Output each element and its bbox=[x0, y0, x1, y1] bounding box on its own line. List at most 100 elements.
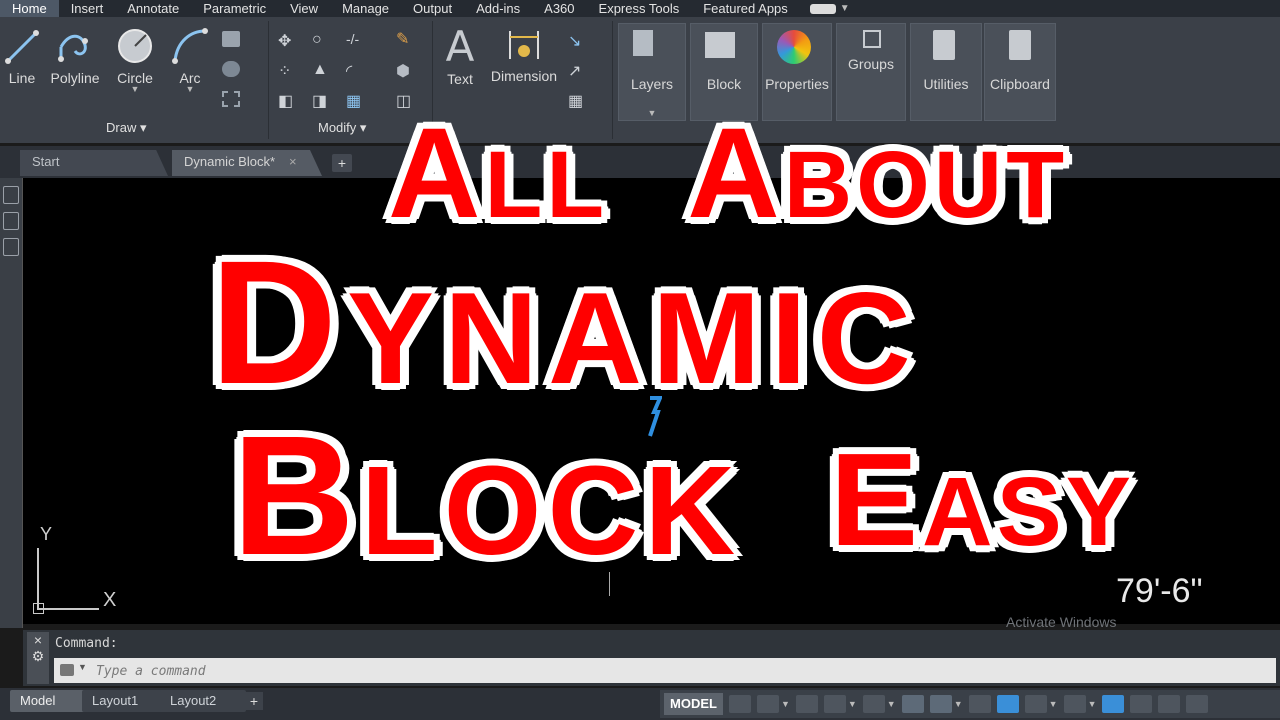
arc-button[interactable]: Arc ▼ bbox=[168, 27, 212, 94]
copy-icon[interactable]: ⁘ bbox=[278, 61, 296, 80]
polyline-label: Polyline bbox=[50, 70, 100, 86]
properties-icon bbox=[777, 30, 811, 64]
text-label: Text bbox=[447, 71, 473, 87]
ucs-x-label: X bbox=[103, 589, 117, 611]
mirror-icon[interactable]: ▲ bbox=[312, 61, 330, 78]
units-icon[interactable] bbox=[1063, 695, 1086, 713]
stretch-icon[interactable]: ◧ bbox=[278, 91, 296, 110]
overlay-line-dynamic: DYNAMIC bbox=[208, 224, 921, 423]
region-icon[interactable] bbox=[222, 91, 240, 107]
leader-icon[interactable]: ↘ bbox=[568, 31, 586, 50]
close-icon[interactable]: × bbox=[289, 154, 297, 169]
layout-tab-layout2[interactable]: Layout2 bbox=[160, 690, 246, 712]
snap-icon[interactable] bbox=[756, 695, 779, 713]
annotation-scale-icon[interactable] bbox=[996, 695, 1019, 713]
status-bar: MODEL ▼ ▼ ▼ ▼ ▼ ▼ bbox=[660, 690, 1280, 718]
close-icon[interactable]: × bbox=[27, 632, 49, 648]
workspace-gear-icon[interactable] bbox=[1024, 695, 1047, 713]
calculator-icon bbox=[933, 30, 955, 60]
tab-featured-apps[interactable]: Featured Apps bbox=[691, 0, 800, 17]
isodraft-dropdown-icon[interactable]: ▼ bbox=[887, 699, 896, 709]
text-button[interactable]: A Text bbox=[440, 22, 480, 88]
palette-properties-icon[interactable] bbox=[3, 212, 19, 230]
arc-icon bbox=[172, 28, 208, 64]
groups-icon bbox=[863, 30, 881, 48]
wrench-icon[interactable]: ⚙ bbox=[27, 648, 49, 665]
isolate-objects-icon[interactable] bbox=[1102, 695, 1125, 713]
ortho-icon[interactable] bbox=[795, 695, 818, 713]
customization-menu-icon[interactable] bbox=[1186, 695, 1209, 713]
left-tool-palette bbox=[0, 178, 23, 628]
file-tab-dynamic-block[interactable]: Dynamic Block* × bbox=[172, 150, 322, 176]
hardware-acceleration-icon[interactable] bbox=[1130, 695, 1153, 713]
layout-tab-layout1[interactable]: Layout1 bbox=[82, 690, 168, 712]
array-icon[interactable]: ▦ bbox=[346, 91, 364, 110]
ucs-origin bbox=[33, 603, 44, 614]
trim-icon[interactable]: -/- bbox=[346, 31, 364, 47]
add-layout-button[interactable]: + bbox=[245, 692, 263, 710]
block-label: Block bbox=[706, 76, 742, 92]
dimension-button[interactable]: Dimension bbox=[488, 27, 560, 84]
command-input[interactable] bbox=[94, 661, 698, 681]
osnap-dropdown-icon[interactable]: ▼ bbox=[954, 699, 963, 709]
multileader-icon[interactable]: ↗ bbox=[568, 61, 586, 80]
hatch-icon[interactable] bbox=[222, 61, 240, 77]
palette-blocks-icon[interactable] bbox=[3, 238, 19, 256]
command-input-bar: ▼ bbox=[54, 658, 1276, 683]
tab-manage[interactable]: Manage bbox=[330, 0, 401, 17]
palette-layers-icon[interactable] bbox=[3, 186, 19, 204]
polar-icon[interactable] bbox=[823, 695, 846, 713]
snap-dropdown-icon[interactable]: ▼ bbox=[781, 699, 790, 709]
scale-icon[interactable]: ◨ bbox=[312, 91, 330, 110]
tab-output[interactable]: Output bbox=[401, 0, 464, 17]
polyline-button[interactable]: Polyline bbox=[48, 29, 102, 86]
arc-dropdown-icon[interactable]: ▼ bbox=[168, 84, 212, 94]
groups-label: Groups bbox=[848, 56, 894, 72]
tab-express-tools[interactable]: Express Tools bbox=[587, 0, 692, 17]
model-space-button[interactable]: MODEL bbox=[664, 693, 723, 715]
rotate-icon[interactable]: ○ bbox=[312, 31, 330, 48]
circle-button[interactable]: Circle ▼ bbox=[112, 27, 158, 94]
file-tab-start[interactable]: Start bbox=[20, 150, 168, 176]
tab-parametric[interactable]: Parametric bbox=[191, 0, 278, 17]
layers-label: Layers bbox=[630, 76, 674, 92]
tab-a360[interactable]: A360 bbox=[532, 0, 586, 17]
dimension-label: Dimension bbox=[490, 68, 558, 84]
dimension-value: 79'-6" bbox=[1116, 572, 1203, 610]
overlay-line-easy: EASY bbox=[828, 425, 1135, 575]
explode-icon[interactable]: ⬢ bbox=[396, 61, 414, 80]
tab-home[interactable]: Home bbox=[0, 0, 59, 17]
polar-dropdown-icon[interactable]: ▼ bbox=[848, 699, 857, 709]
move-icon[interactable]: ✥ bbox=[278, 31, 296, 50]
tab-insert[interactable]: Insert bbox=[59, 0, 116, 17]
object-snap-icon[interactable] bbox=[929, 695, 952, 713]
workspace-dropdown-icon[interactable]: ▼ bbox=[1049, 699, 1058, 709]
line-button[interactable]: Line bbox=[4, 29, 40, 86]
grid-icon[interactable] bbox=[728, 695, 751, 713]
overlay-line-block: BLOCK bbox=[231, 400, 742, 593]
tab-annotate[interactable]: Annotate bbox=[115, 0, 191, 17]
ucs-x-axis bbox=[37, 608, 99, 610]
fillet-icon[interactable]: ◜ bbox=[346, 61, 364, 80]
isodraft-icon[interactable] bbox=[862, 695, 885, 713]
units-dropdown-icon[interactable]: ▼ bbox=[1088, 699, 1097, 709]
ribbon-toggle-button[interactable] bbox=[809, 3, 836, 14]
new-tab-button[interactable]: + bbox=[332, 154, 352, 172]
rectangle-icon[interactable] bbox=[222, 31, 240, 47]
clean-screen-icon[interactable] bbox=[1158, 695, 1181, 713]
line-icon bbox=[5, 30, 39, 64]
object-snap-tracking-icon[interactable] bbox=[901, 695, 924, 713]
lineweight-icon[interactable] bbox=[968, 695, 991, 713]
command-icon[interactable] bbox=[60, 664, 74, 676]
layout-tab-model[interactable]: Model bbox=[10, 690, 86, 712]
chevron-down-icon[interactable]: ▼ bbox=[840, 3, 850, 14]
modify-panel-title[interactable]: Modify ▾ bbox=[318, 120, 366, 136]
erase-icon[interactable]: ✎ bbox=[396, 29, 414, 48]
tab-addins[interactable]: Add-ins bbox=[464, 0, 532, 17]
draw-panel-title[interactable]: Draw ▾ bbox=[106, 120, 146, 136]
properties-label: Properties bbox=[765, 76, 829, 92]
chevron-down-icon[interactable]: ▼ bbox=[78, 662, 87, 672]
tab-view[interactable]: View bbox=[278, 0, 330, 17]
command-history: Command: bbox=[55, 636, 118, 651]
text-icon: A bbox=[445, 22, 475, 71]
